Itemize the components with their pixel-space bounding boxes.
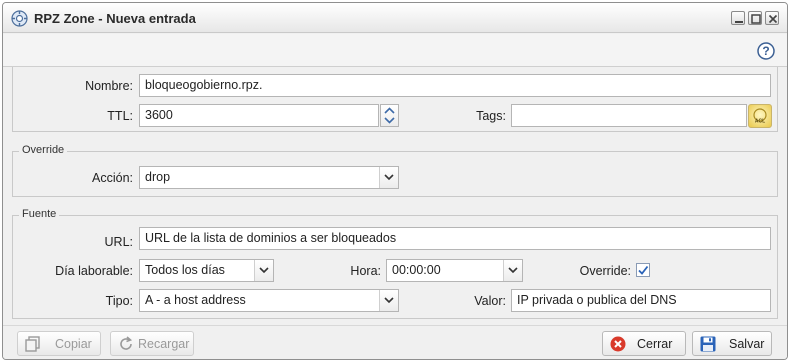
checkmark-icon xyxy=(638,265,649,275)
valor-input[interactable]: IP privada o publica del DNS xyxy=(511,289,771,312)
reload-icon xyxy=(117,335,135,356)
copy-icon xyxy=(24,335,42,356)
override-legend: Override xyxy=(19,144,68,156)
tipo-select[interactable]: A - a host address xyxy=(139,289,399,312)
tags-input[interactable] xyxy=(511,104,747,127)
save-disk-icon xyxy=(699,335,717,356)
tipo-value: A - a host address xyxy=(145,293,246,307)
window-title: RPZ Zone - Nueva entrada xyxy=(34,11,196,26)
svg-text:ACL: ACL xyxy=(755,119,765,125)
chevron-down-icon[interactable] xyxy=(254,260,273,281)
accion-label: Acción: xyxy=(92,171,133,185)
footer-bar: Copiar Recargar Cerrar Salvar xyxy=(3,325,787,359)
hora-value: 00:00:00 xyxy=(392,263,441,277)
close-window-button[interactable] xyxy=(765,11,779,25)
chevron-down-icon[interactable] xyxy=(379,167,398,188)
toolbar: ? xyxy=(3,34,787,67)
acl-tag-icon[interactable]: ACL xyxy=(748,104,772,128)
chevron-down-icon[interactable] xyxy=(503,260,522,281)
hora-select[interactable]: 00:00:00 xyxy=(386,259,523,282)
recargar-button[interactable]: Recargar xyxy=(110,331,194,356)
copiar-label: Copiar xyxy=(55,337,92,351)
ttl-label: TTL: xyxy=(107,109,133,123)
dia-laborable-select[interactable]: Todos los días xyxy=(139,259,274,282)
maximize-button[interactable] xyxy=(748,11,762,25)
close-circle-icon xyxy=(609,335,627,356)
rpz-zone-dialog: RPZ Zone - Nueva entrada ? Nombre: bloqu… xyxy=(2,2,788,360)
help-icon[interactable]: ? xyxy=(757,42,775,60)
cerrar-button[interactable]: Cerrar xyxy=(602,331,686,356)
title-bar[interactable]: RPZ Zone - Nueva entrada xyxy=(3,3,787,33)
dia-laborable-label: Día laborable: xyxy=(55,264,133,278)
accion-select[interactable]: drop xyxy=(139,166,399,189)
copiar-button[interactable]: Copiar xyxy=(17,331,101,356)
override-checkbox[interactable] xyxy=(636,263,650,277)
valor-label: Valor: xyxy=(474,294,506,308)
tags-label: Tags: xyxy=(476,109,506,123)
ttl-spinner[interactable] xyxy=(380,104,399,127)
nombre-input[interactable]: bloqueogobierno.rpz. xyxy=(139,74,771,97)
entry-form: Nombre: bloqueogobierno.rpz. TTL: 3600 T… xyxy=(3,67,787,325)
gear-globe-icon xyxy=(11,10,28,27)
tipo-label: Tipo: xyxy=(105,294,133,308)
dia-laborable-value: Todos los días xyxy=(145,263,225,277)
url-input[interactable]: URL de la lista de dominios a ser bloque… xyxy=(139,227,771,250)
cerrar-label: Cerrar xyxy=(637,337,673,351)
nombre-label: Nombre: xyxy=(85,79,133,93)
hora-label: Hora: xyxy=(350,264,381,278)
fuente-legend: Fuente xyxy=(19,208,60,220)
override-checkbox-label: Override: xyxy=(579,264,631,278)
salvar-button[interactable]: Salvar xyxy=(692,331,772,356)
svg-text:?: ? xyxy=(762,44,769,58)
salvar-label: Salvar xyxy=(729,337,765,351)
url-label: URL: xyxy=(104,235,133,249)
ttl-input[interactable]: 3600 xyxy=(139,104,379,127)
chevron-down-icon[interactable] xyxy=(379,290,398,311)
minimize-button[interactable] xyxy=(731,11,745,25)
recargar-label: Recargar xyxy=(138,337,190,351)
accion-value: drop xyxy=(145,170,171,184)
